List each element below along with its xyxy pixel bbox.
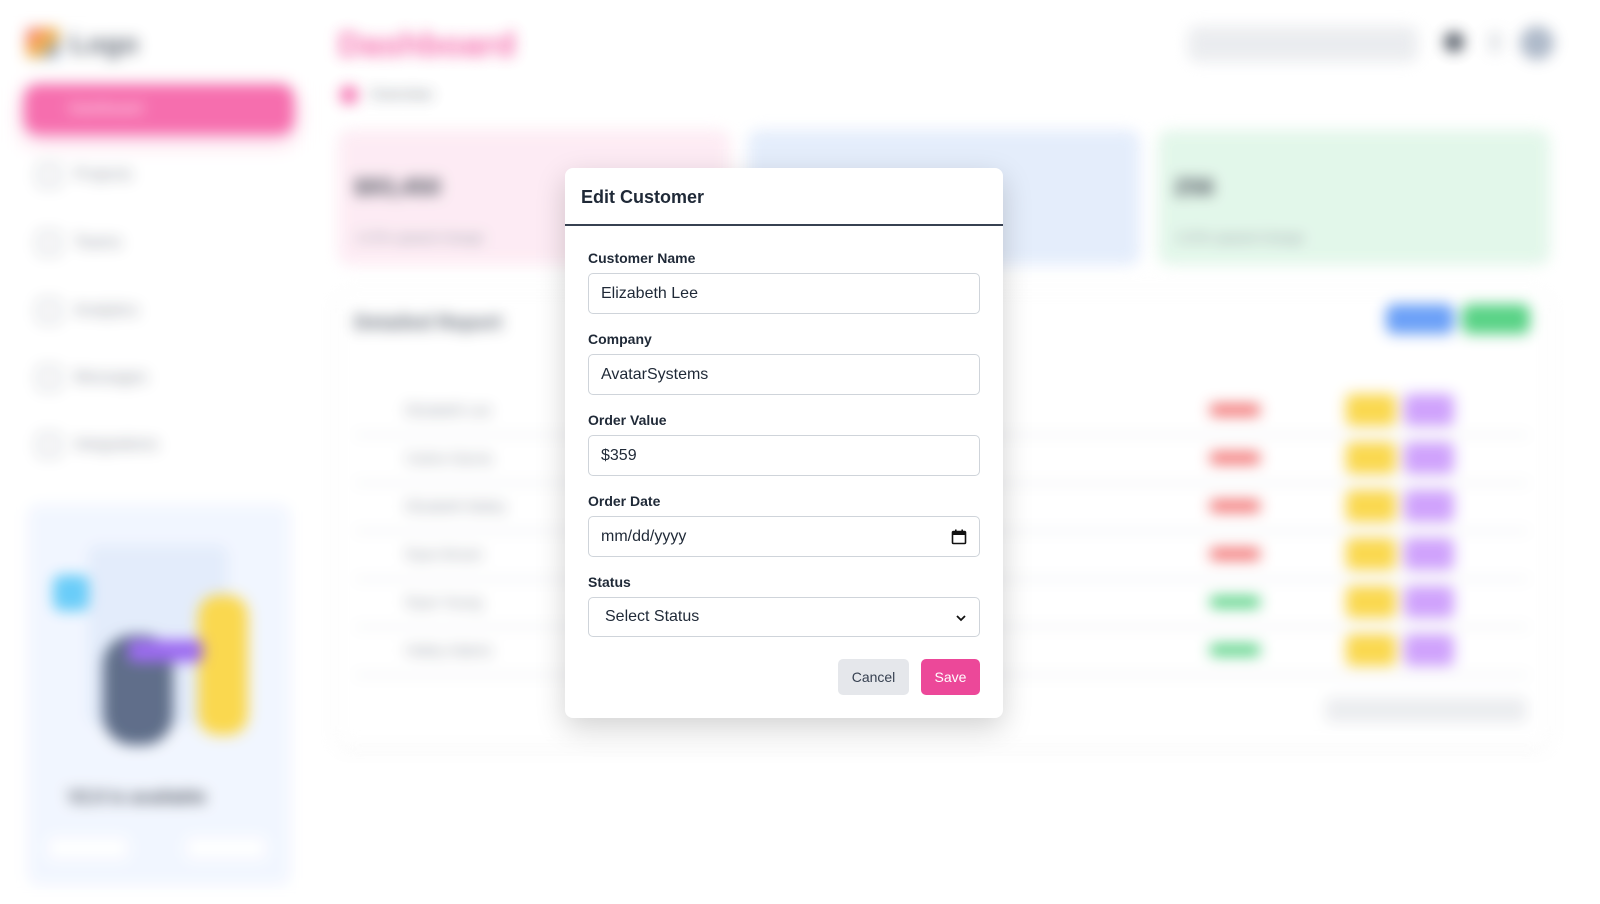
order-value-label: Order Value (588, 412, 667, 428)
customer-name-field-group: Customer Name Elizabeth Lee (588, 250, 980, 314)
status-select[interactable]: Select Status (588, 597, 980, 637)
status-selected-value: Select Status (605, 608, 700, 625)
order-date-input[interactable]: mm/dd/yyyy (588, 516, 980, 557)
save-button[interactable]: Save (921, 659, 980, 695)
modal-actions: Cancel Save (838, 659, 980, 695)
edit-customer-modal: Edit Customer Customer Name Elizabeth Le… (565, 168, 1003, 718)
modal-body: Customer Name Elizabeth Lee Company Avat… (565, 226, 1003, 637)
order-value-value: $359 (601, 446, 637, 464)
order-value-input[interactable]: $359 (588, 435, 980, 476)
modal-title: Edit Customer (581, 187, 705, 207)
status-label: Status (588, 574, 631, 590)
order-date-label: Order Date (588, 493, 661, 509)
order-value-field-group: Order Value $359 (588, 412, 980, 476)
customer-name-value: Elizabeth Lee (601, 284, 698, 302)
chevron-down-icon (955, 611, 967, 623)
status-field-group: Status Select Status (588, 574, 980, 637)
customer-name-label: Customer Name (588, 250, 696, 266)
order-date-field-group: Order Date mm/dd/yyyy (588, 493, 980, 557)
company-label: Company (588, 331, 652, 347)
company-value: AvatarSystems (601, 365, 709, 383)
customer-name-input[interactable]: Elizabeth Lee (588, 273, 980, 314)
calendar-icon[interactable] (951, 529, 967, 545)
order-date-placeholder: mm/dd/yyyy (601, 527, 687, 545)
cancel-button[interactable]: Cancel (838, 659, 909, 695)
company-input[interactable]: AvatarSystems (588, 354, 980, 395)
company-field-group: Company AvatarSystems (588, 331, 980, 395)
modal-header: Edit Customer (565, 168, 1003, 226)
